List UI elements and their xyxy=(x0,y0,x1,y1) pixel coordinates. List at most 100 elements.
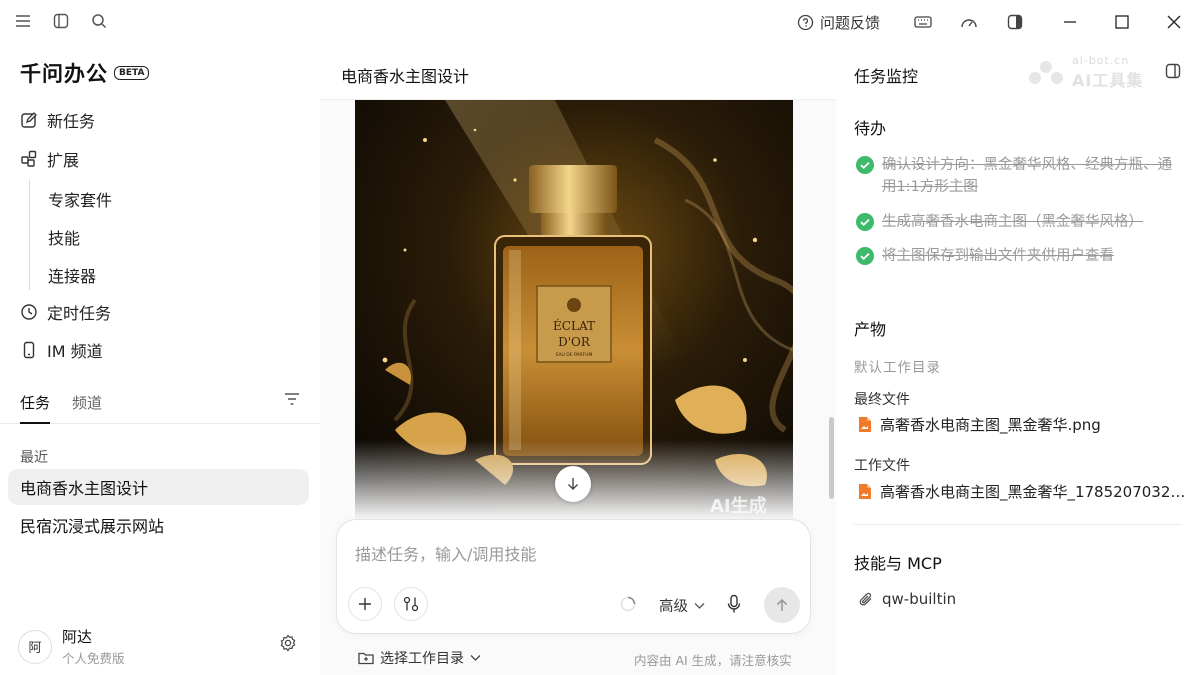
work-file-name: 高奢香水电商主图_黑金奢华_1785207032.... xyxy=(879,483,1188,501)
check-circle-icon xyxy=(856,213,874,231)
scheduled-label: 定时任务 xyxy=(47,304,112,323)
skill-item[interactable]: qw-builtin xyxy=(858,590,956,608)
microphone-icon[interactable] xyxy=(726,594,742,618)
new-task-label: 新任务 xyxy=(47,112,96,131)
task-item[interactable]: 民宿沉浸式展示网站 xyxy=(8,507,309,543)
watermark-line2: AI工具集 xyxy=(1072,71,1144,90)
menu-icon[interactable] xyxy=(12,10,34,32)
check-circle-icon xyxy=(856,156,874,174)
bottle-brand-sub: EAU DE PARFUM xyxy=(556,352,593,358)
final-files-label: 最终文件 xyxy=(854,392,910,408)
plus-icon xyxy=(359,598,371,610)
settings-gear-icon[interactable] xyxy=(279,634,297,656)
chat-input-box: 描述任务，输入/调用技能 高级 xyxy=(336,519,811,634)
sidebar-item-connectors[interactable]: 连接器 xyxy=(48,263,96,287)
sidebar-item-extensions[interactable]: 扩展 xyxy=(20,147,79,171)
default-dir-label: 默认工作目录 xyxy=(854,360,941,376)
sidebar-toggle-icon[interactable] xyxy=(50,10,72,32)
workdir-select[interactable]: 选择工作目录 xyxy=(358,648,481,668)
arrow-up-icon xyxy=(776,598,788,611)
scroll-down-button[interactable] xyxy=(555,466,591,502)
edit-icon xyxy=(21,112,37,128)
avatar: 阿 xyxy=(18,629,52,664)
keyboard-icon[interactable] xyxy=(912,11,934,33)
chat-input[interactable]: 描述任务，输入/调用技能 xyxy=(355,541,536,565)
tab-tasks[interactable]: 任务 xyxy=(20,392,50,413)
mode-select-value: 高级 xyxy=(659,599,688,615)
image-file-icon xyxy=(858,484,871,499)
bottle-brand-line1: ÉCLAT xyxy=(553,318,595,333)
skill-name: qw-builtin xyxy=(882,590,957,608)
sidebar-item-scheduled[interactable]: 定时任务 xyxy=(20,300,111,324)
maximize-icon[interactable] xyxy=(1102,0,1142,44)
beta-badge: BETA xyxy=(114,66,150,80)
user-name: 阿达 xyxy=(62,628,93,646)
sidebar-item-expert-suite[interactable]: 专家套件 xyxy=(48,187,112,211)
tab-underline xyxy=(20,422,50,424)
conversation-header: 电商香水主图设计 xyxy=(320,44,836,100)
scrollbar[interactable] xyxy=(829,417,834,499)
close-icon[interactable] xyxy=(1154,0,1194,44)
todo-item: 生成高奢香水电商主图（黑金奢华风格） xyxy=(856,211,1176,233)
arrow-down-icon xyxy=(568,478,578,490)
final-file-name: 高奢香水电商主图_黑金奢华.png xyxy=(880,416,1101,434)
panel-toggle-icon[interactable] xyxy=(1004,11,1026,33)
folder-add-icon xyxy=(358,652,374,665)
conversation-title: 电商香水主图设计 xyxy=(341,67,470,86)
sidebar-item-new-task[interactable]: 新任务 xyxy=(20,108,95,132)
chevron-down-icon xyxy=(694,602,705,609)
user-profile[interactable]: 阿 阿达 个人免费版 xyxy=(18,626,125,667)
todo-item: 将主图保存到输出文件夹供用户查看 xyxy=(856,245,1176,267)
filter-icon[interactable] xyxy=(284,392,300,410)
extensions-label: 扩展 xyxy=(47,151,80,170)
extensions-icon xyxy=(21,150,37,167)
watermark-line1: ai-bot.cn xyxy=(1072,54,1130,67)
watermark-logo: ai-bot.cn AI工具集 xyxy=(1026,54,1143,91)
chevron-down-icon xyxy=(470,655,481,661)
work-file-item[interactable]: 高奢香水电商主图_黑金奢华_1785207032.... xyxy=(858,481,1188,502)
mode-select[interactable]: 高级 xyxy=(659,595,705,616)
sidebar-item-skills[interactable]: 技能 xyxy=(48,225,80,249)
skills-heading: 技能与 MCP xyxy=(854,554,942,573)
todo-text: 生成高奢香水电商主图（黑金奢华风格） xyxy=(882,214,1143,230)
title-bar: 问题反馈 xyxy=(0,0,1200,44)
todo-item: 确认设计方向：黑金奢华风格、经典方瓶、通用1:1方形主图 xyxy=(856,154,1176,198)
task-monitor-panel: 任务监控 ai-bot.cn AI工具集 待办 确认设计方向：黑金奢华风格、经典… xyxy=(836,44,1200,675)
tools-button[interactable] xyxy=(394,587,428,621)
sidebar-item-im-channel[interactable]: IM 频道 xyxy=(20,338,103,362)
todo-text: 确认设计方向：黑金奢华风格、经典方瓶、通用1:1方形主图 xyxy=(882,157,1172,195)
brand: 千问办公 BETA xyxy=(20,58,150,88)
final-file-item[interactable]: 高奢香水电商主图_黑金奢华.png xyxy=(858,414,1188,435)
ai-disclaimer: 内容由 AI 生成，请注意核实 xyxy=(634,653,792,668)
todo-text: 将主图保存到输出文件夹供用户查看 xyxy=(882,248,1114,264)
main-content: 电商香水主图设计 ÉCLAT D'OR EAU DE PARFUM AI生成 描… xyxy=(320,44,836,675)
gauge-icon[interactable] xyxy=(958,11,980,33)
feedback-icon xyxy=(797,14,814,30)
phone-icon xyxy=(23,341,35,359)
feedback-label: 问题反馈 xyxy=(819,13,880,32)
submenu-guide-line xyxy=(29,180,30,290)
recent-label: 最近 xyxy=(20,450,48,466)
send-button[interactable] xyxy=(764,587,800,623)
im-channel-label: IM 频道 xyxy=(47,342,103,361)
tab-channels[interactable]: 频道 xyxy=(72,392,102,413)
watermark-icon xyxy=(1029,60,1063,84)
add-button[interactable] xyxy=(348,587,382,621)
workdir-label: 选择工作目录 xyxy=(380,651,464,667)
minimize-icon[interactable] xyxy=(1050,0,1090,44)
brand-name: 千问办公 xyxy=(20,62,108,86)
divider xyxy=(854,524,1182,525)
todo-heading: 待办 xyxy=(854,119,887,138)
panel-collapse-icon[interactable] xyxy=(1165,63,1181,83)
generated-perfume-image[interactable]: ÉCLAT D'OR EAU DE PARFUM AI生成 xyxy=(355,100,793,520)
check-circle-icon xyxy=(856,247,874,265)
search-icon[interactable] xyxy=(88,10,110,32)
ai-generated-mark: AI生成 xyxy=(710,495,767,517)
loading-spinner-icon xyxy=(620,596,636,616)
sidebar: 千问办公 BETA 新任务 扩展 专家套件 技能 连接器 定时任务 IM 频道 … xyxy=(0,44,320,675)
feedback-button[interactable]: 问题反馈 xyxy=(797,12,880,33)
panel-title: 任务监控 xyxy=(854,67,919,86)
task-item-active[interactable]: 电商香水主图设计 xyxy=(8,469,309,505)
tools-icon xyxy=(403,596,419,612)
image-file-icon xyxy=(859,417,871,432)
